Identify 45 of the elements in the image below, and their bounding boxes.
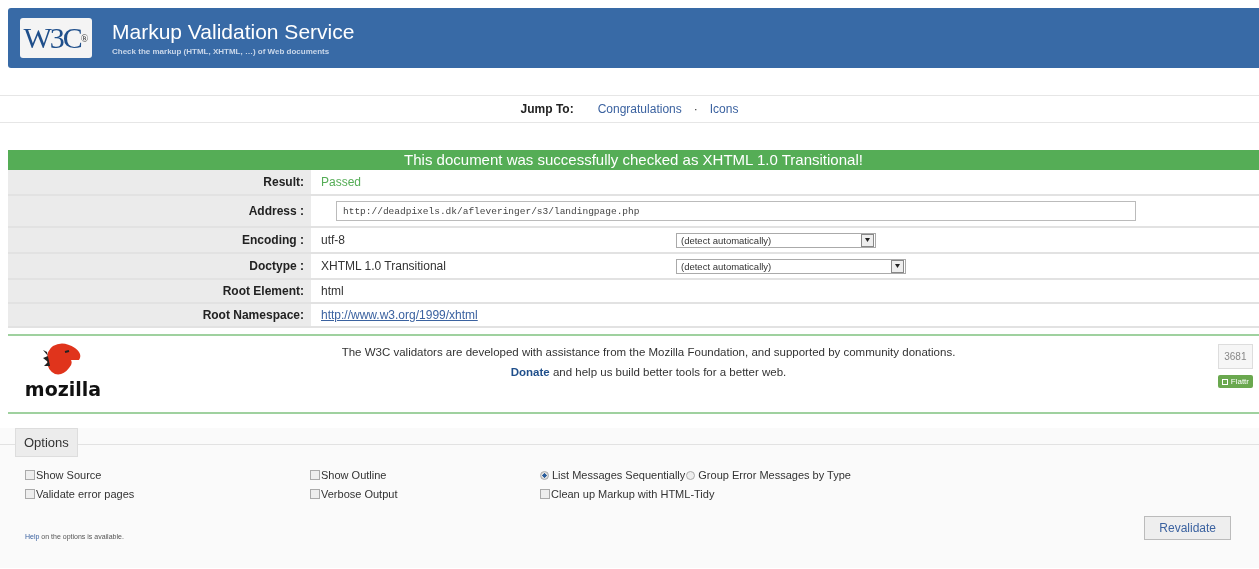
radio-button[interactable] xyxy=(540,470,549,480)
option-label: Validate error pages xyxy=(36,488,135,500)
jump-link[interactable]: Congratulations xyxy=(597,102,682,116)
address-field[interactable]: http://deadpixels.dk/afleveringer/s3/landingpage.php xyxy=(336,201,1136,221)
separator: · xyxy=(693,102,698,116)
option-label: Verbose Output xyxy=(321,488,398,500)
row-label: Address : xyxy=(8,196,311,226)
jump-link[interactable]: Icons xyxy=(709,102,739,116)
field-value: XHTML 1.0 Transitional xyxy=(321,259,447,273)
option-label: Show Outline xyxy=(321,469,387,481)
options-tab[interactable]: Options xyxy=(15,428,78,457)
caret-icon xyxy=(865,238,870,242)
field-value: utf-8 xyxy=(321,233,346,247)
row-label: Encoding : xyxy=(8,228,311,252)
mozilla-logo[interactable]: mozilla xyxy=(24,378,102,400)
success-banner: This document was successfully checked as XHTML 1.0 Transitional! xyxy=(8,150,1259,170)
checkbox[interactable] xyxy=(310,489,320,499)
dropdown[interactable]: (detect automatically) xyxy=(676,258,906,274)
logo[interactable]: W3C$^{®}$ xyxy=(20,18,92,58)
option-label: Group Error Messages by Type xyxy=(698,469,851,481)
sponsor-text: The W3C validators are developed with assistance from the Mozilla Foundation, and supported by community donations. xyxy=(340,345,957,360)
site-subtitle: Check the markup (HTML, XHTML, …) of Web documents xyxy=(112,47,331,56)
radio-button[interactable] xyxy=(686,470,696,480)
result-value: Passed xyxy=(321,175,362,189)
flattr-count: 3681 xyxy=(1218,344,1253,369)
row-label: Root Namespace: xyxy=(8,304,311,326)
checkbox[interactable] xyxy=(540,489,550,499)
checkbox[interactable] xyxy=(310,470,320,480)
field-value: html xyxy=(321,284,344,298)
revalidate-button[interactable]: Revalidate xyxy=(1144,516,1231,540)
row-label: Doctype : xyxy=(8,254,311,278)
jump-label: Jump To: xyxy=(520,102,574,116)
checkbox[interactable] xyxy=(25,470,35,480)
option-label: Clean up Markup with HTML-Tidy xyxy=(551,488,715,500)
option-label: List Messages Sequentially xyxy=(552,469,686,481)
dropdown[interactable]: (detect automatically) xyxy=(676,232,876,248)
option-label: Show Source xyxy=(36,469,102,481)
checkbox[interactable] xyxy=(25,489,35,499)
donate-link[interactable]: Donate xyxy=(510,366,550,378)
namespace-link[interactable]: http://www.w3.org/1999/xhtml xyxy=(321,308,478,322)
row-label: Result: xyxy=(8,170,311,194)
donate-text: Donate and help us build better tools for a better web. xyxy=(509,365,788,380)
site-title: Markup Validation Service xyxy=(112,20,355,44)
row-label: Root Element: xyxy=(8,280,311,302)
caret-icon xyxy=(895,264,900,268)
